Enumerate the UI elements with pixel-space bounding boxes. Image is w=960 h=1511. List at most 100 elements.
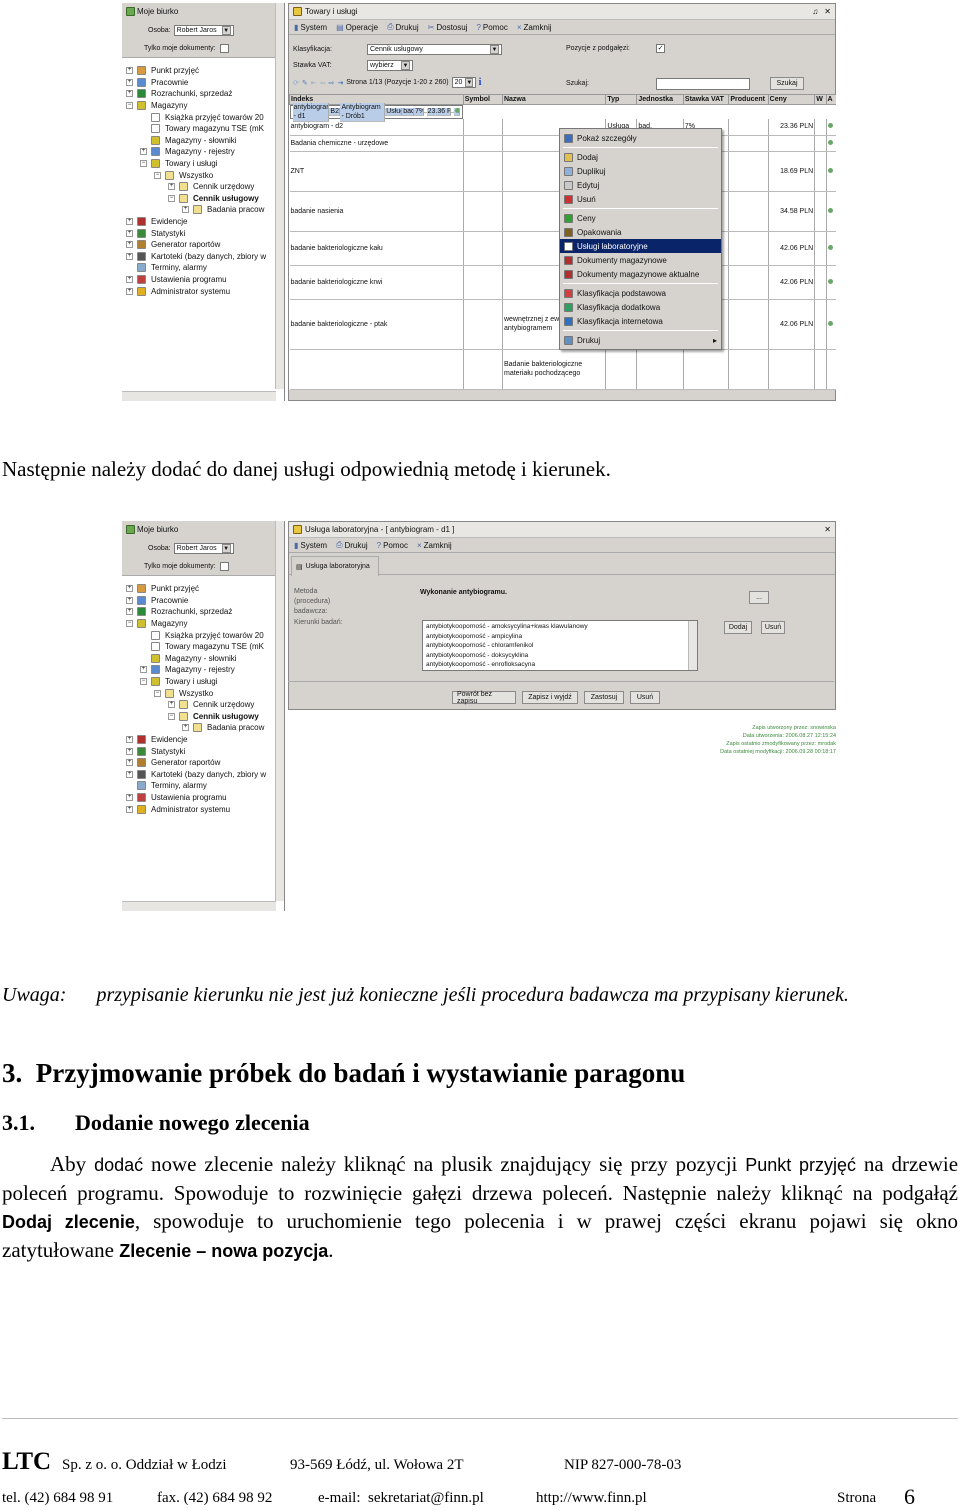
kierunek-item[interactable]: antybiotykooporność - ampicylina — [426, 632, 694, 642]
tree-item[interactable]: + Ewidencje — [122, 216, 277, 228]
menu-system[interactable]: ▮ System — [294, 541, 327, 550]
expand-icon[interactable]: + — [126, 287, 133, 295]
tree-horizontal-scrollbar[interactable] — [122, 901, 276, 911]
bell-icon[interactable]: ♫ — [812, 7, 818, 16]
tree-item[interactable]: + Administrator systemu — [122, 803, 277, 815]
expand-icon[interactable]: + — [126, 596, 133, 604]
tab-usluga-laboratoryjna[interactable]: ▤ Usługa laboratoryjna — [291, 556, 379, 576]
company-www[interactable]: http://www.finn.pl — [536, 1490, 647, 1507]
tree-item[interactable]: + Ewidencje — [122, 734, 277, 746]
stawka-select[interactable]: wybierz ▼ — [367, 60, 413, 71]
close-icon[interactable]: ✕ — [824, 525, 831, 534]
expand-icon[interactable]: + — [140, 148, 147, 156]
expand-icon[interactable]: + — [126, 67, 133, 75]
tylko-checkbox[interactable] — [219, 44, 229, 53]
company-email[interactable]: e-mail: sekretariat@finn.pl — [318, 1490, 484, 1507]
collapse-icon[interactable]: − — [140, 160, 147, 168]
tree-item[interactable]: − Cennik usługowy — [122, 711, 277, 723]
browse-button[interactable]: ... — [749, 591, 769, 604]
page-size-select[interactable]: 20 ▼ — [451, 77, 476, 88]
kierunek-item[interactable]: antybiotykooporność - enrofloksacyna — [426, 660, 694, 670]
expand-icon[interactable]: + — [126, 275, 133, 283]
first-page-icon[interactable]: ⇤ — [311, 79, 317, 87]
context-menu-item[interactable]: Opakowania — [560, 225, 721, 239]
menu-drukuj[interactable]: ⎙ Drukuj — [387, 22, 419, 32]
expand-icon[interactable]: + — [126, 793, 133, 801]
expand-icon[interactable]: + — [182, 724, 189, 732]
prev-page-icon[interactable]: ⇦ — [320, 79, 326, 87]
kierunki-list[interactable]: antybiotykooporność - amoksycylina+kwas … — [422, 620, 698, 671]
tree-item[interactable]: − Cennik usługowy — [122, 193, 277, 205]
column-header-symbol[interactable]: Symbol — [462, 94, 503, 105]
tree-vertical-scrollbar[interactable] — [275, 3, 284, 389]
tree-item[interactable]: Magazyny - słowniki — [122, 135, 277, 147]
collapse-icon[interactable]: − — [140, 678, 147, 686]
collapse-icon[interactable]: − — [168, 712, 175, 720]
collapse-icon[interactable]: − — [154, 689, 161, 697]
context-menu-item[interactable]: Edytuj — [560, 178, 721, 192]
eraser-icon[interactable]: ✎ — [302, 79, 308, 87]
tree-item[interactable]: + Punkt przyjęć — [122, 583, 277, 595]
kierunek-item[interactable]: antybiotykooporność - doksycyklina — [426, 651, 694, 661]
tree-item[interactable]: + Pracownie — [122, 77, 277, 89]
osoba-select[interactable]: Robert Jaros ▼ — [173, 543, 234, 554]
collapse-icon[interactable]: − — [126, 620, 133, 628]
menu-pomoc[interactable]: ? Pomoc — [476, 23, 507, 32]
expand-icon[interactable]: + — [126, 770, 133, 778]
tree-item[interactable]: − Towary i usługi — [122, 158, 277, 170]
context-menu-item[interactable]: Duplikuj — [560, 164, 721, 178]
szukaj-input[interactable] — [656, 77, 750, 90]
szukaj-button[interactable]: Szukaj — [770, 77, 804, 90]
tree-item[interactable]: − Towary i usługi — [122, 676, 277, 688]
menu-dostosuj[interactable]: ✂ Dostosuj — [428, 23, 468, 32]
tree-item[interactable]: + Statystyki — [122, 745, 277, 757]
context-menu-item[interactable]: Usuń — [560, 192, 721, 206]
tree-item[interactable]: + Badania pracow — [122, 722, 277, 734]
collapse-icon[interactable]: − — [154, 171, 161, 179]
tree-item[interactable]: Terminy, alarmy — [122, 780, 277, 792]
close-icon[interactable]: ✕ — [824, 7, 831, 16]
expand-icon[interactable]: + — [140, 666, 147, 674]
footer-button-0[interactable]: Powrót bez zapisu — [452, 691, 516, 705]
expand-icon[interactable]: + — [126, 759, 133, 767]
expand-icon[interactable]: + — [168, 183, 175, 191]
menu-zamknij[interactable]: × Zamknij — [417, 541, 452, 550]
column-header-nazwa[interactable]: Nazwa — [501, 94, 607, 105]
expand-icon[interactable]: + — [126, 229, 133, 237]
context-menu-item[interactable]: Dokumenty magazynowe — [560, 253, 721, 267]
context-menu-item[interactable]: Klasyfikacja internetowa — [560, 314, 721, 328]
expand-icon[interactable]: + — [126, 78, 133, 86]
context-menu-item[interactable]: Usługi laboratoryjne — [560, 239, 721, 253]
tree-item[interactable]: − Wszystko — [122, 169, 277, 181]
expand-icon[interactable]: + — [126, 747, 133, 755]
tree-item[interactable]: + Generator raportów — [122, 239, 277, 251]
menu-drukuj[interactable]: ⎙ Drukuj — [336, 540, 368, 550]
tree-item[interactable]: Książka przyjęć towarów 20 — [122, 629, 277, 641]
tree-horizontal-scrollbar[interactable] — [122, 391, 276, 401]
footer-button-3[interactable]: Usuń — [630, 691, 660, 704]
context-menu-item[interactable]: Klasyfikacja podstawowa — [560, 286, 721, 300]
context-menu-item[interactable]: Ceny — [560, 211, 721, 225]
tree-item[interactable]: + Kartoteki (bazy danych, zbiory w — [122, 251, 277, 263]
last-page-icon[interactable]: ⇥ — [337, 79, 343, 87]
tree-item[interactable]: − Magazyny — [122, 618, 277, 630]
collapse-icon[interactable]: − — [168, 194, 175, 202]
column-header-producent[interactable]: Producent — [728, 94, 769, 105]
menu-zamknij[interactable]: × Zamknij — [517, 23, 552, 32]
menu-operacje[interactable]: ▤ Operacje — [336, 23, 378, 32]
kierunek-item[interactable]: antybiotykooporność - chloramfenikol — [426, 641, 694, 651]
tree-item[interactable]: + Administrator systemu — [122, 285, 277, 297]
tree-item[interactable]: Książka przyjęć towarów 20 — [122, 111, 277, 123]
context-menu-item[interactable]: Drukuj ▸ — [560, 333, 721, 347]
tree-item[interactable]: + Pracownie — [122, 595, 277, 607]
expand-icon[interactable]: + — [126, 90, 133, 98]
tree-item[interactable]: Towary magazynu TSE (mK — [122, 123, 277, 135]
expand-icon[interactable]: + — [126, 241, 133, 249]
expand-icon[interactable]: + — [126, 608, 133, 616]
column-header-w[interactable]: W — [814, 94, 827, 105]
tree-item[interactable]: + Rozrachunki, sprzedaż — [122, 606, 277, 618]
tree-item[interactable]: + Generator raportów — [122, 757, 277, 769]
table-row[interactable]: Badanie bakteriologiczne materiału pocho… — [289, 349, 836, 390]
tylko-checkbox[interactable] — [219, 562, 229, 571]
kierunek-item[interactable]: antybiotykooporność - amoksycylina+kwas … — [426, 622, 694, 632]
